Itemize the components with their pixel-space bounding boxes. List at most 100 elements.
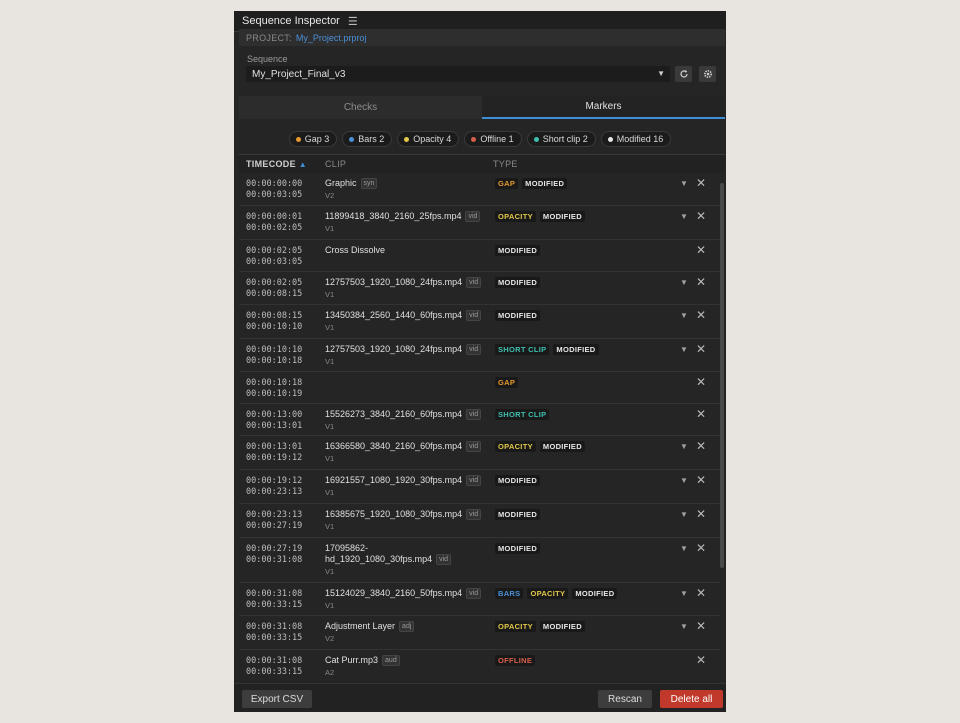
settings-button[interactable] [699,66,716,82]
project-link[interactable]: My_Project.prproj [296,33,367,43]
clip-kind-tag: vid [466,344,482,355]
close-icon[interactable]: ✕ [696,209,706,223]
close-icon[interactable]: ✕ [696,586,706,600]
refresh-button[interactable] [675,66,692,82]
clip-track: V1 [325,522,335,531]
chevron-down-icon[interactable]: ▼ [680,311,688,320]
type-badge: OPACITY [495,621,536,632]
chevron-down-icon[interactable]: ▼ [680,476,688,485]
chevron-down-icon[interactable]: ▼ [680,345,688,354]
table-row[interactable]: 00:00:31:08 00:00:33:15 Adjustment Layer ad… [239,616,720,650]
clip-track: V1 [325,290,335,299]
chevron-down-icon[interactable]: ▼ [680,278,688,287]
clip-track: V1 [325,601,335,610]
timecode-out: 00:00:03:05 [246,190,303,200]
table-row[interactable]: 00:00:00:00 00:00:03:05 Graphic syn V2 GAP MOD… [239,173,720,206]
rescan-button[interactable]: Rescan [598,690,652,708]
close-icon[interactable]: ✕ [696,439,706,453]
table-row[interactable]: 00:00:31:08 00:00:33:15 Cat Purr.mp3 aud A2 O… [239,650,720,678]
table-row[interactable]: 00:00:13:01 00:00:19:12 16366580_3840_2160… [239,436,720,470]
clip-track: V1 [325,422,335,431]
close-icon[interactable]: ✕ [696,308,706,322]
type-badge: SHORT CLIP [495,344,550,355]
table-row[interactable]: 00:00:19:12 00:00:23:13 16921557_1080_1920… [239,470,720,504]
chevron-down-icon[interactable]: ▼ [680,622,688,631]
type-cell: GAP MODIFIED [495,178,568,189]
close-icon[interactable]: ✕ [696,619,706,633]
refresh-icon [679,70,688,78]
type-badge: OPACITY [495,211,536,222]
close-icon[interactable]: ✕ [696,176,706,190]
close-icon[interactable]: ✕ [696,473,706,487]
type-cell: SHORT CLIP MODIFIED [495,344,599,355]
timecode-in: 00:00:08:15 [246,311,303,321]
sequence-select[interactable]: My_Project_Final_v3 ▼ [246,66,670,82]
sequence-selected-value: My_Project_Final_v3 [252,68,346,80]
clip-name: 11899418_3840_2160_25fps.mp4 [325,211,462,221]
column-header-clip[interactable]: CLIP [325,159,346,169]
type-cell: MODIFIED [495,475,541,486]
chevron-down-icon[interactable]: ▼ [680,179,688,188]
clip-name: 13450384_2560_1440_60fps.mp4 [325,310,463,320]
filter-chip-label: Bars 2 [358,134,385,144]
filter-chip[interactable]: Opacity 4 [397,131,460,147]
type-badge: MODIFIED [553,344,599,355]
clip-kind-tag: vid [436,554,452,565]
chevron-down-icon[interactable]: ▼ [680,589,688,598]
timecode-in: 00:00:10:10 [246,345,303,355]
chevron-down-icon[interactable]: ▼ [680,212,688,221]
filter-chip[interactable]: Short clip 2 [526,131,596,147]
table-row[interactable]: 00:00:02:05 00:00:08:15 12757503_1920_1080… [239,272,720,305]
table-row[interactable]: 00:00:02:05 00:00:03:05 Cross Dissolve MODI… [239,240,720,272]
timecode-out: 00:00:33:15 [246,667,303,677]
timecode-cell: 00:00:31:08 00:00:33:15 [246,622,302,644]
table-row[interactable]: 00:00:23:13 00:00:27:19 16385675_1920_1080… [239,504,720,538]
filter-chip[interactable]: Bars 2 [342,131,393,147]
clip-kind-tag: vid [466,441,482,452]
filter-chip[interactable]: Offline 1 [464,131,522,147]
type-cell: OPACITY MODIFIED [495,621,585,632]
clip-cell: 12757503_1920_1080_24fps.mp4 vid V1 [325,344,485,367]
clip-name: 16921557_1080_1920_30fps.mp4 [325,475,463,485]
tab-checks[interactable]: Checks [239,96,482,119]
delete-all-button[interactable]: Delete all [660,690,723,708]
chevron-down-icon[interactable]: ▼ [680,510,688,519]
timecode-cell: 00:00:08:15 00:00:10:10 [246,311,302,333]
table-row[interactable]: 00:00:10:10 00:00:10:18 12757503_1920_1080… [239,339,720,372]
timecode-cell: 00:00:23:13 00:00:27:19 [246,510,302,532]
table-row[interactable]: 00:00:10:18 00:00:10:19 GAP ✕ [239,372,720,404]
close-icon[interactable]: ✕ [696,653,706,667]
close-icon[interactable]: ✕ [696,541,706,555]
dot-icon [533,136,539,142]
column-header-timecode[interactable]: TIMECODE ▲ [246,159,307,169]
timecode-out: 00:00:33:15 [246,633,303,643]
chevron-down-icon[interactable]: ▼ [680,442,688,451]
close-icon[interactable]: ✕ [696,375,706,389]
column-header-type[interactable]: TYPE [493,159,518,169]
table-row[interactable]: 00:00:13:00 00:00:13:01 15526273_3840_2160… [239,404,720,436]
filter-chip[interactable]: Gap 3 [288,131,338,147]
timecode-out: 00:00:03:05 [246,257,303,267]
table-row[interactable]: 00:00:08:15 00:00:10:10 13450384_2560_1440… [239,305,720,339]
timecode-in: 00:00:10:18 [246,378,303,388]
clip-track: V1 [325,454,335,463]
type-cell: MODIFIED [495,509,541,520]
table-row[interactable]: 00:00:31:08 00:00:33:15 15124029_3840_2160… [239,583,720,616]
table-row[interactable]: 00:00:00:01 00:00:02:05 11899418_3840_2160… [239,206,720,240]
close-icon[interactable]: ✕ [696,407,706,421]
close-icon[interactable]: ✕ [696,243,706,257]
filter-chip-label: Offline 1 [480,134,514,144]
tab-markers[interactable]: Markers [482,96,725,119]
export-csv-button[interactable]: Export CSV [242,690,312,708]
table-row[interactable]: 00:00:27:19 00:00:31:08 17095862- hd_1920_… [239,538,720,583]
close-icon[interactable]: ✕ [696,342,706,356]
close-icon[interactable]: ✕ [696,275,706,289]
close-icon[interactable]: ✕ [696,507,706,521]
scrollbar-thumb[interactable] [720,183,724,568]
filter-chip[interactable]: Modified 16 [600,131,672,147]
chevron-down-icon[interactable]: ▼ [680,544,688,553]
clip-cell: 13450384_2560_1440_60fps.mp4 vid V1 [325,310,485,333]
scrollbar[interactable] [720,173,724,678]
sort-ascending-icon: ▲ [298,160,307,169]
hamburger-icon[interactable]: ☰ [348,15,358,28]
